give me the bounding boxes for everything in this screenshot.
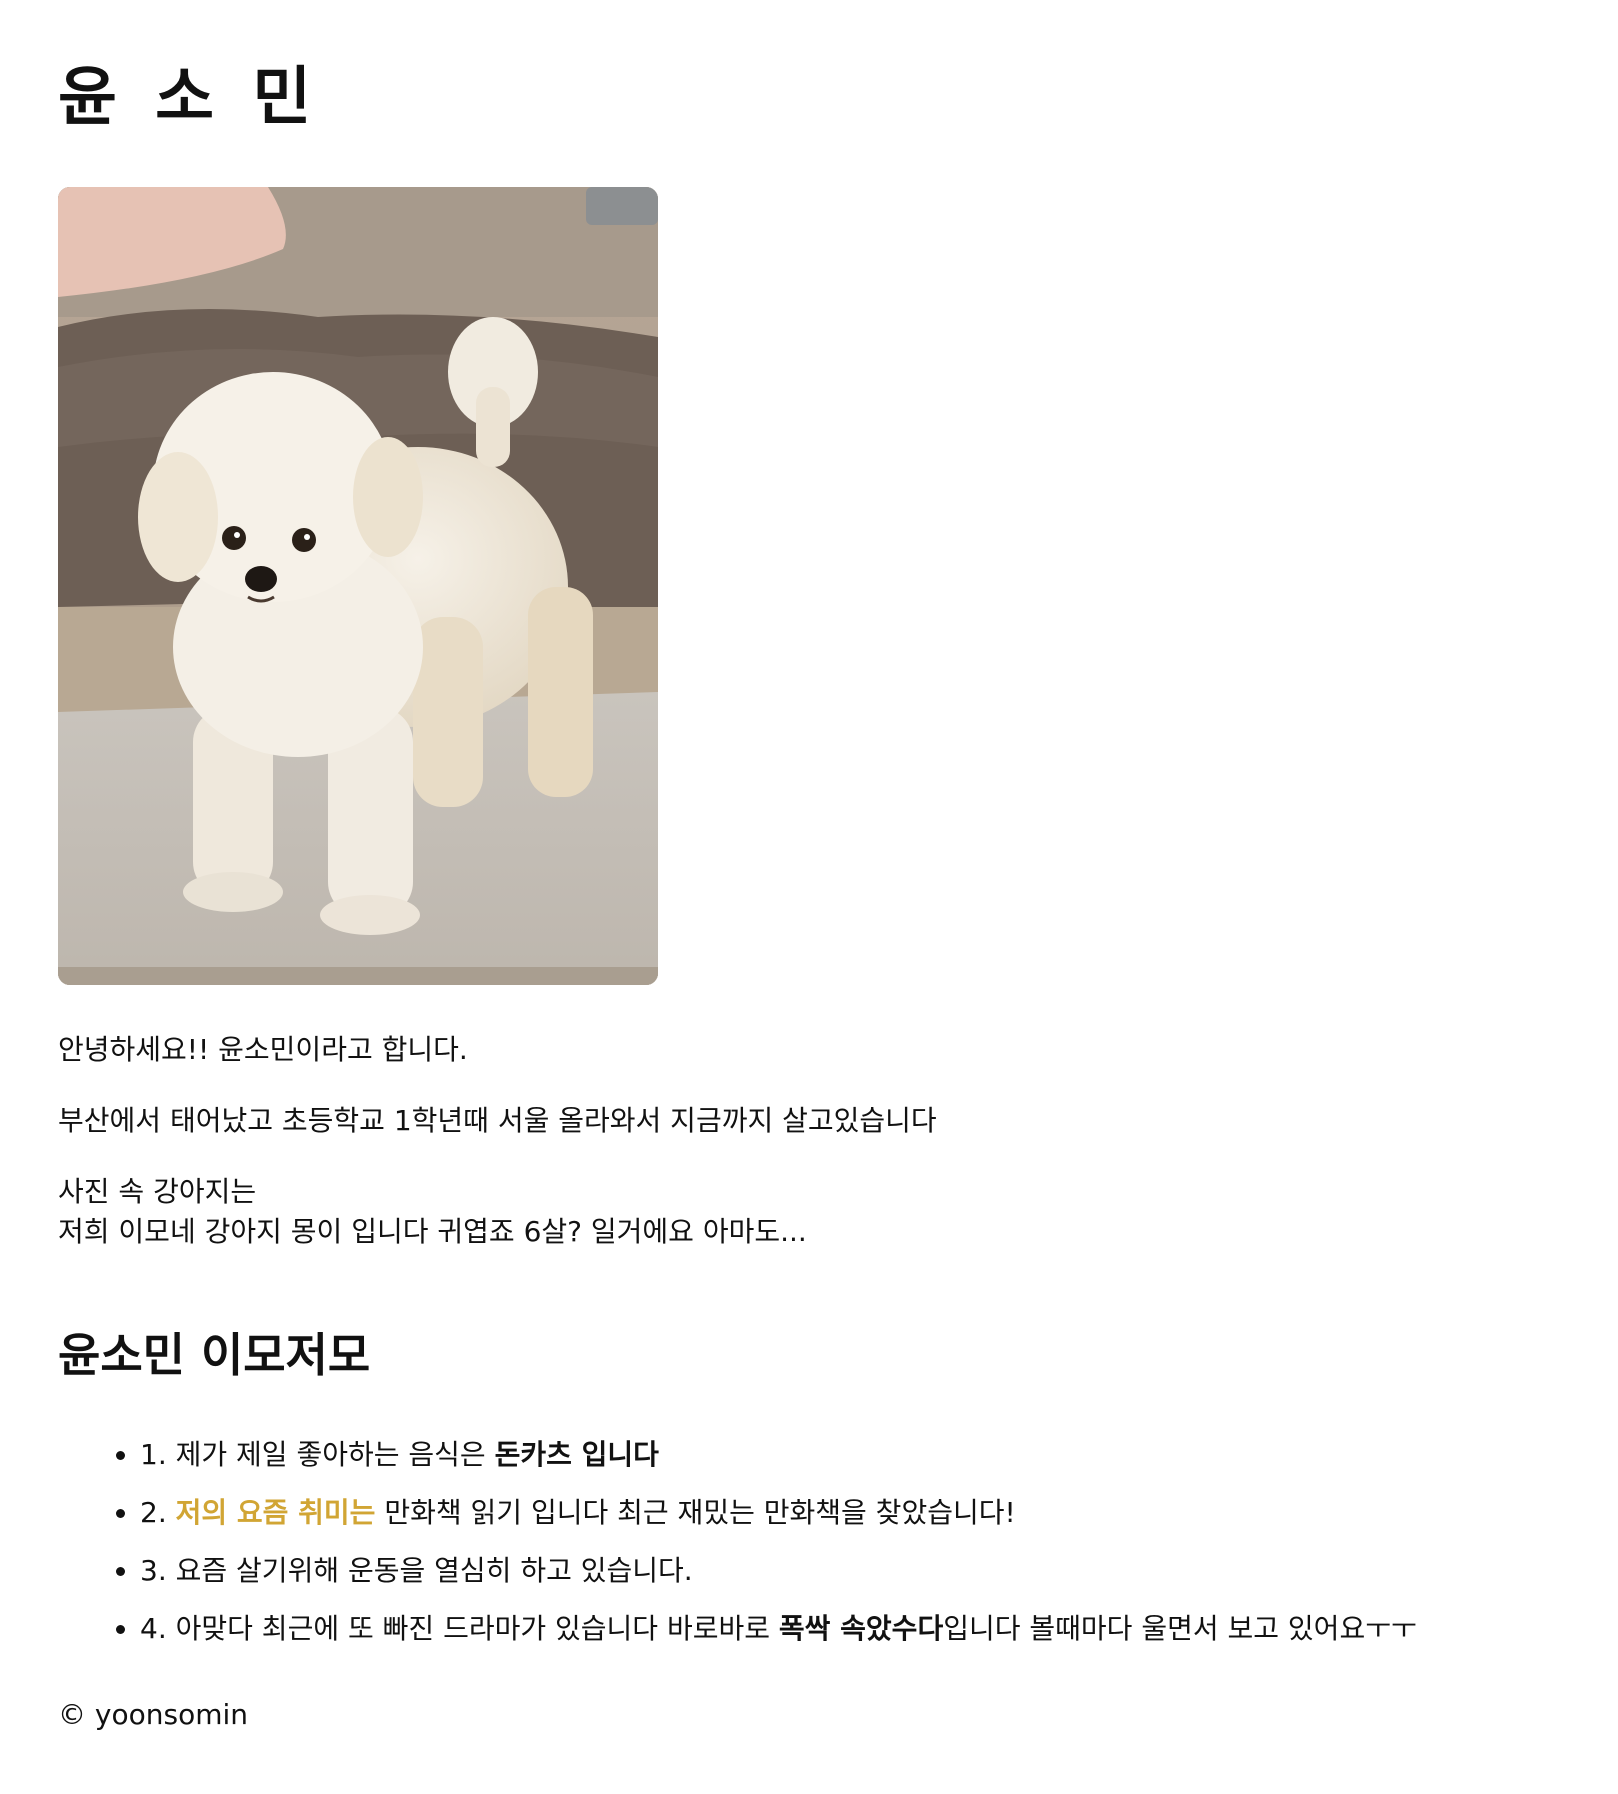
- list-item: 2. 저의 요즘 취미는 만화책 읽기 입니다 최근 재밌는 만화책을 찾았습니…: [140, 1493, 1417, 1533]
- dog-illustration: [58, 187, 658, 985]
- intro-paragraph-1: 안녕하세요!! 윤소민이라고 합니다.: [58, 1033, 468, 1066]
- dog-photo: [58, 187, 658, 985]
- list-item-text-end: 입니다 볼때마다 울면서 보고 있어요ㅜㅜ: [943, 1612, 1417, 1645]
- list-item-emphasis: 폭싹 속았수다: [778, 1612, 944, 1645]
- list-item-text: 만화책 읽기 입니다 최근 재밌는 만화책을 찾았습니다!: [375, 1496, 1016, 1529]
- page-title: 윤 소 민: [58, 61, 320, 135]
- facts-list: 1. 제가 제일 좋아하는 음식은 돈카츠 입니다 2. 저의 요즘 취미는 만…: [58, 1435, 1417, 1667]
- intro-paragraph-2: 부산에서 태어났고 초등학교 1학년때 서울 올라와서 지금까지 살고있습니다: [58, 1104, 937, 1137]
- list-item-emphasis: 돈카츠 입니다: [494, 1438, 659, 1471]
- list-item-text: 요즘 살기위해 운동을 열심히 하고 있습니다.: [175, 1554, 693, 1587]
- list-item-number: 3.: [140, 1554, 176, 1587]
- list-item-highlight: 저의 요즘 취미는: [175, 1496, 376, 1529]
- list-item: 1. 제가 제일 좋아하는 음식은 돈카츠 입니다: [140, 1435, 1417, 1475]
- list-item-number: 2.: [140, 1496, 176, 1529]
- intro-paragraph-3: 사진 속 강아지는 저희 이모네 강아지 몽이 입니다 귀엽죠 6살? 일거에요…: [58, 1172, 1558, 1252]
- list-item-number: 4.: [140, 1612, 176, 1645]
- list-item-text: 아맞다 최근에 또 빠진 드라마가 있습니다 바로바로: [175, 1612, 779, 1645]
- intro-paragraph-3-line-1: 사진 속 강아지는: [58, 1175, 257, 1208]
- footer-copyright: © yoonsomin: [58, 1698, 248, 1731]
- list-item-number: 1.: [140, 1438, 176, 1471]
- list-item-text: 제가 제일 좋아하는 음식은: [175, 1438, 495, 1471]
- intro-text: 안녕하세요!! 윤소민이라고 합니다. 부산에서 태어났고 초등학교 1학년때 …: [58, 1030, 1558, 1252]
- list-item: 3. 요즘 살기위해 운동을 열심히 하고 있습니다.: [140, 1551, 1417, 1591]
- list-item: 4. 아맞다 최근에 또 빠진 드라마가 있습니다 바로바로 폭싹 속았수다입니…: [140, 1609, 1417, 1649]
- section-title: 윤소민 이모저모: [58, 1328, 371, 1382]
- intro-paragraph-3-line-2: 저희 이모네 강아지 몽이 입니다 귀엽죠 6살? 일거에요 아마도...: [58, 1215, 807, 1248]
